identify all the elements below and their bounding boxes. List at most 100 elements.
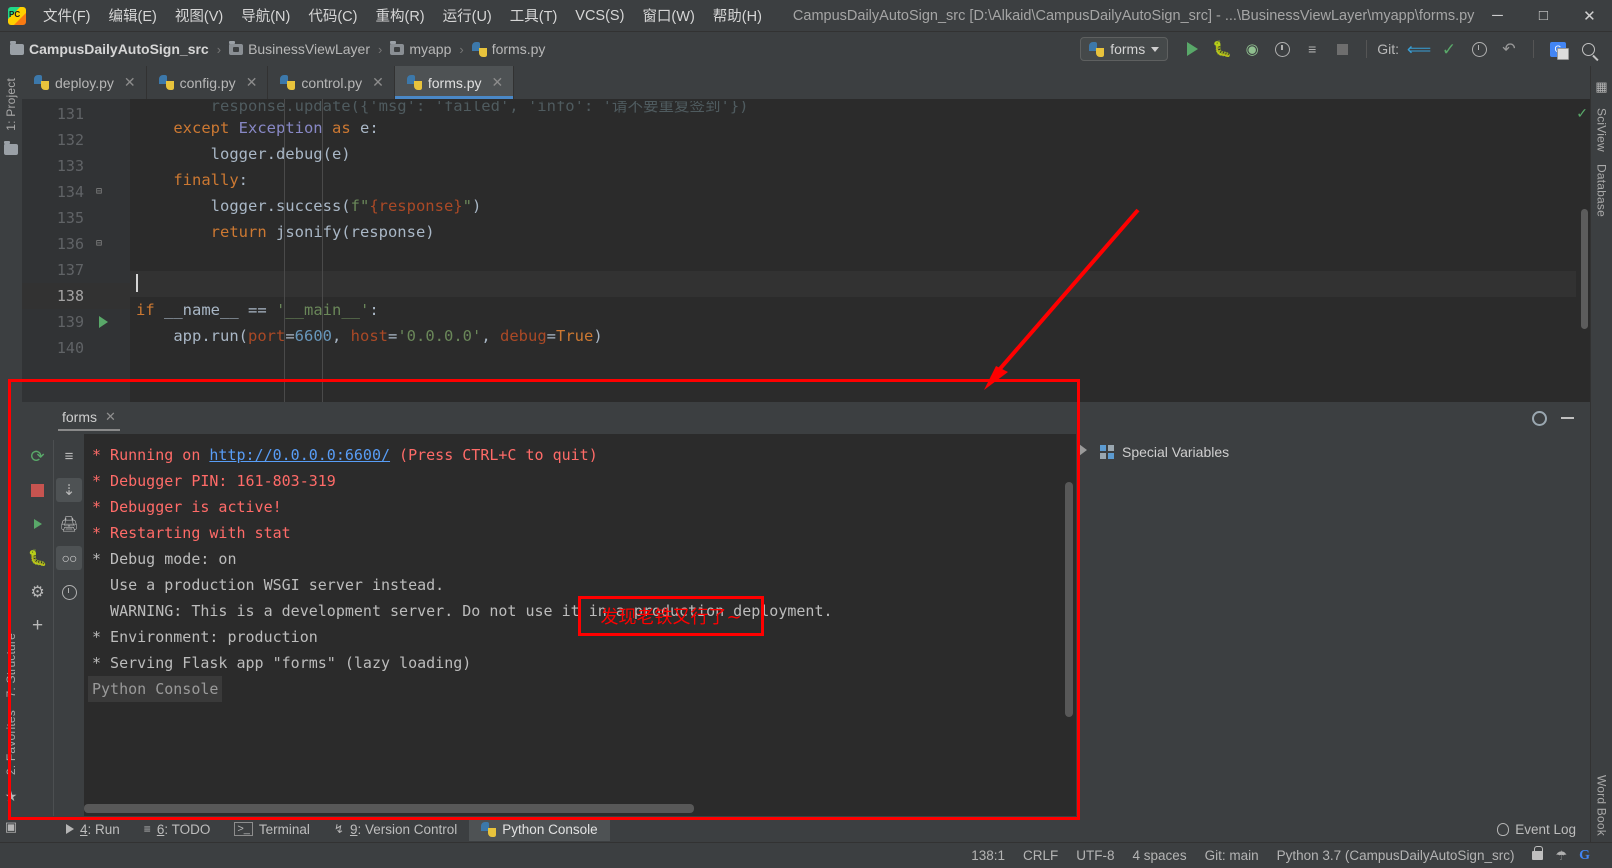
run-configuration-selector[interactable]: forms	[1080, 37, 1169, 61]
update-project-button[interactable]: ⟸	[1405, 36, 1433, 62]
git-branch[interactable]: Git: main	[1205, 848, 1259, 863]
debug-button[interactable]: 🐛	[1208, 36, 1236, 62]
soft-wrap-button[interactable]: ≡	[56, 444, 82, 468]
breadcrumb-item-myapp[interactable]: myapp	[390, 40, 451, 57]
special-variables-row[interactable]: Special Variables	[1100, 444, 1590, 460]
sidebar-item-database[interactable]: Database	[1595, 158, 1609, 223]
code-token: response.update({	[136, 101, 370, 115]
code-token: e:	[350, 119, 379, 137]
python-interpreter[interactable]: Python 3.7 (CampusDailyAutoSign_src)	[1277, 848, 1515, 863]
event-log-button[interactable]: Event Log	[1497, 822, 1590, 837]
panel-grid-icon[interactable]: ▦	[1595, 79, 1607, 95]
line-number: 131	[56, 105, 84, 123]
minimize-button[interactable]: ─	[1474, 0, 1520, 31]
console-vertical-scrollbar[interactable]	[1065, 482, 1073, 717]
google-icon[interactable]: G	[1579, 848, 1590, 864]
search-everywhere-button[interactable]	[1574, 36, 1602, 62]
tab-forms-py[interactable]: forms.py ✕	[394, 66, 515, 99]
code-line: response.update({'msg': 'failed', 'info'…	[130, 101, 1576, 115]
tab-control-py[interactable]: control.py ✕	[268, 66, 395, 99]
tab-deploy-py[interactable]: deploy.py ✕	[22, 66, 147, 99]
code-editor[interactable]: 131 132 133 134 ⊟ 135 136 ⊟ 137 138 139 140 respons…	[22, 99, 1590, 402]
show-variables-button[interactable]: ○○	[56, 546, 82, 570]
menu-item-edit[interactable]: 编辑(E)	[100, 2, 166, 29]
menu-item-refactor[interactable]: 重构(R)	[366, 2, 433, 29]
close-icon[interactable]: ✕	[246, 74, 258, 91]
close-icon[interactable]: ✕	[492, 74, 504, 91]
sidebar-item-project[interactable]: 1: Project	[4, 72, 18, 137]
menu-item-tools[interactable]: 工具(T)	[501, 2, 567, 29]
breadcrumb-item-project[interactable]: CampusDailyAutoSign_src	[10, 40, 209, 57]
stop-button[interactable]	[25, 478, 51, 502]
editor-vertical-scrollbar[interactable]	[1581, 209, 1588, 329]
execute-button[interactable]	[25, 512, 51, 536]
inspector-icon[interactable]: ☂	[1555, 848, 1567, 864]
line-separator[interactable]: CRLF	[1023, 848, 1058, 863]
tool-tab-version-control[interactable]: ↯ 9: Version Control	[322, 818, 469, 841]
variables-splitter[interactable]	[1076, 434, 1090, 816]
caret-position[interactable]: 138:1	[971, 848, 1005, 863]
print-button[interactable]: 🖨	[56, 512, 82, 536]
code-content[interactable]: response.update({'msg': 'failed', 'info'…	[130, 99, 1576, 402]
console-url-link[interactable]: http://0.0.0.0:6600/	[209, 446, 390, 464]
menu-item-run[interactable]: 运行(U)	[434, 2, 501, 29]
sidebar-item-wordbook[interactable]: Word Book	[1595, 769, 1609, 842]
editor-scrollbar-track[interactable]: ✓	[1576, 99, 1590, 402]
run-line-marker-icon[interactable]	[99, 316, 108, 328]
close-icon[interactable]: ✕	[105, 409, 116, 425]
gear-icon[interactable]	[1532, 410, 1547, 426]
run-with-coverage-button[interactable]: ◉	[1238, 36, 1266, 62]
console-horizontal-scrollbar[interactable]	[84, 804, 694, 813]
minimize-icon[interactable]	[1561, 417, 1574, 419]
profile-button[interactable]	[1268, 36, 1296, 62]
tool-tab-run[interactable]: 4: Run	[54, 818, 132, 841]
attach-debugger-button[interactable]: 🐛	[25, 546, 51, 570]
close-icon[interactable]: ✕	[372, 74, 384, 91]
pycharm-logo-icon	[8, 6, 26, 25]
commit-button[interactable]: ✓	[1435, 36, 1463, 62]
console-history-button[interactable]	[56, 580, 82, 604]
menu-item-code[interactable]: 代码(C)	[299, 2, 366, 29]
menu-item-navigate[interactable]: 导航(N)	[232, 2, 299, 29]
run-button[interactable]	[1178, 36, 1206, 62]
new-console-button[interactable]: +	[25, 614, 51, 638]
file-encoding[interactable]: UTF-8	[1076, 848, 1114, 863]
console-output-line: * Debugger is active!	[92, 498, 282, 516]
fold-marker-icon[interactable]: ⊟	[92, 187, 102, 197]
rerun-button[interactable]: ⟳	[25, 444, 51, 468]
tool-tab-python-console[interactable]: Python Console	[469, 817, 610, 841]
menu-item-vcs[interactable]: VCS(S)	[566, 5, 633, 27]
sidebar-item-favorites[interactable]: 2: Favorites	[4, 704, 18, 781]
stop-button[interactable]	[1328, 36, 1356, 62]
menu-item-window[interactable]: 窗口(W)	[633, 2, 703, 29]
menu-item-file[interactable]: 文件(F)	[34, 2, 100, 29]
tool-tab-terminal[interactable]: >_ Terminal	[222, 818, 322, 841]
console-settings-button[interactable]: ⚙	[25, 580, 51, 604]
bookmark-star-icon[interactable]: ★	[5, 788, 18, 805]
menu-item-help[interactable]: 帮助(H)	[704, 2, 771, 29]
translate-button[interactable]: G	[1544, 36, 1572, 62]
maximize-button[interactable]: □	[1520, 0, 1566, 31]
sidebar-item-structure[interactable]: 7: Structure	[4, 627, 18, 703]
panel-layout-icon[interactable]: ▣	[5, 819, 17, 835]
expand-arrow-icon[interactable]	[1079, 444, 1087, 456]
breadcrumb-item-formspy[interactable]: forms.py	[471, 41, 545, 57]
scroll-to-end-button[interactable]: ⇣	[56, 478, 82, 502]
menu-item-view[interactable]: 视图(V)	[166, 2, 232, 29]
folder-icon[interactable]	[4, 140, 18, 155]
console-tab-label: forms	[62, 409, 97, 425]
close-icon[interactable]: ✕	[124, 74, 136, 91]
history-button[interactable]	[1465, 36, 1493, 62]
console-tab-forms[interactable]: forms ✕	[52, 405, 126, 431]
fold-marker-icon[interactable]: ⊟	[92, 239, 102, 249]
tool-tab-todo[interactable]: ≡ 6: TODO	[132, 818, 223, 841]
sidebar-item-sciview[interactable]: SciView	[1595, 102, 1609, 158]
indent-setting[interactable]: 4 spaces	[1133, 848, 1187, 863]
run-anything-button[interactable]: ≡	[1298, 36, 1326, 62]
tab-config-py[interactable]: config.py ✕	[147, 66, 269, 99]
breadcrumb-item-businessviewlayer[interactable]: BusinessViewLayer	[229, 40, 370, 57]
lock-icon[interactable]	[1532, 846, 1544, 860]
close-button[interactable]: ✕	[1566, 0, 1612, 31]
rollback-button[interactable]: ↶	[1495, 36, 1523, 62]
